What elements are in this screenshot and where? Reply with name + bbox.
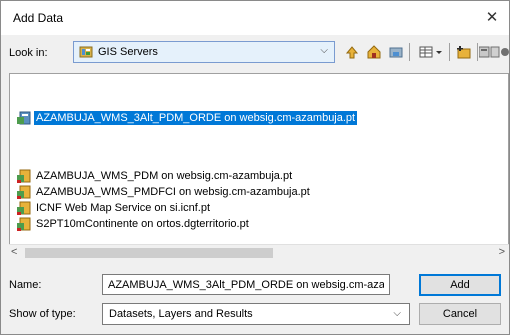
title-bar: Add Data ✕ [1, 1, 509, 35]
more-icon[interactable] [500, 41, 510, 63]
new-folder-icon[interactable] [453, 41, 475, 63]
list-item-label: AZAMBUJA_WMS_3Alt_PDM_ORDE on websig.cm-… [32, 110, 359, 126]
view-dropdown-icon[interactable] [433, 41, 445, 63]
connect-folder-icon[interactable] [385, 41, 407, 63]
chevron-down-icon: ⌵ [320, 45, 328, 56]
close-icon[interactable]: ✕ [481, 7, 503, 29]
list-item-label: AZAMBUJA_WMS_PDM on websig.cm-azambuja.p… [36, 170, 293, 182]
list-item[interactable]: AZAMBUJA_WMS_PDM on websig.cm-azambuja.p… [16, 168, 294, 184]
catalog-icon[interactable] [479, 41, 490, 63]
list-item-label: S2PT10mContinente on ortos.dgterritorio.… [36, 218, 249, 230]
up-one-level-icon[interactable] [341, 41, 363, 63]
wms-service-icon [16, 168, 32, 184]
disconnect-icon[interactable] [490, 41, 500, 63]
name-label: Name: [9, 279, 42, 291]
show-of-type-label: Show of type: [9, 308, 76, 320]
add-data-dialog: Add Data ✕ Look in: GIS Servers ⌵ AZAMBU… [0, 0, 510, 335]
gis-servers-icon [79, 45, 93, 59]
add-button[interactable]: Add [419, 274, 501, 296]
server-list[interactable]: AZAMBUJA_WMS_3Alt_PDM_ORDE on websig.cm-… [9, 73, 509, 259]
dialog-title: Add Data [13, 11, 64, 25]
look-in-dropdown[interactable]: GIS Servers ⌵ [73, 41, 335, 63]
show-of-type-dropdown[interactable]: Datasets, Layers and Results ⌵ [102, 303, 410, 325]
show-of-type-value: Datasets, Layers and Results [109, 308, 253, 320]
name-field[interactable] [102, 274, 390, 295]
list-item[interactable]: ICNF Web Map Service on si.icnf.pt [16, 200, 212, 216]
scroll-left-icon[interactable]: < [11, 246, 17, 258]
horizontal-scrollbar[interactable]: < > [9, 244, 509, 260]
scroll-right-icon[interactable]: > [499, 246, 505, 258]
home-icon[interactable] [363, 41, 385, 63]
wms-service-icon [16, 184, 32, 200]
wms-service-icon [16, 110, 32, 126]
list-item[interactable]: AZAMBUJA_WMS_3Alt_PDM_ORDE on websig.cm-… [16, 110, 359, 126]
list-item-label: ICNF Web Map Service on si.icnf.pt [36, 202, 211, 214]
scrollbar-thumb[interactable] [25, 248, 273, 258]
look-in-label: Look in: [9, 47, 48, 59]
list-item[interactable]: AZAMBUJA_WMS_PMDFCI on websig.cm-azambuj… [16, 184, 312, 200]
list-item[interactable]: S2PT10mContinente on ortos.dgterritorio.… [16, 216, 251, 232]
look-in-value: GIS Servers [98, 46, 158, 58]
wms-service-icon [16, 216, 32, 232]
cancel-button[interactable]: Cancel [419, 303, 501, 325]
chevron-down-icon: ⌵ [393, 308, 401, 319]
list-item-label: AZAMBUJA_WMS_PMDFCI on websig.cm-azambuj… [36, 186, 310, 198]
wms-service-icon [16, 200, 32, 216]
